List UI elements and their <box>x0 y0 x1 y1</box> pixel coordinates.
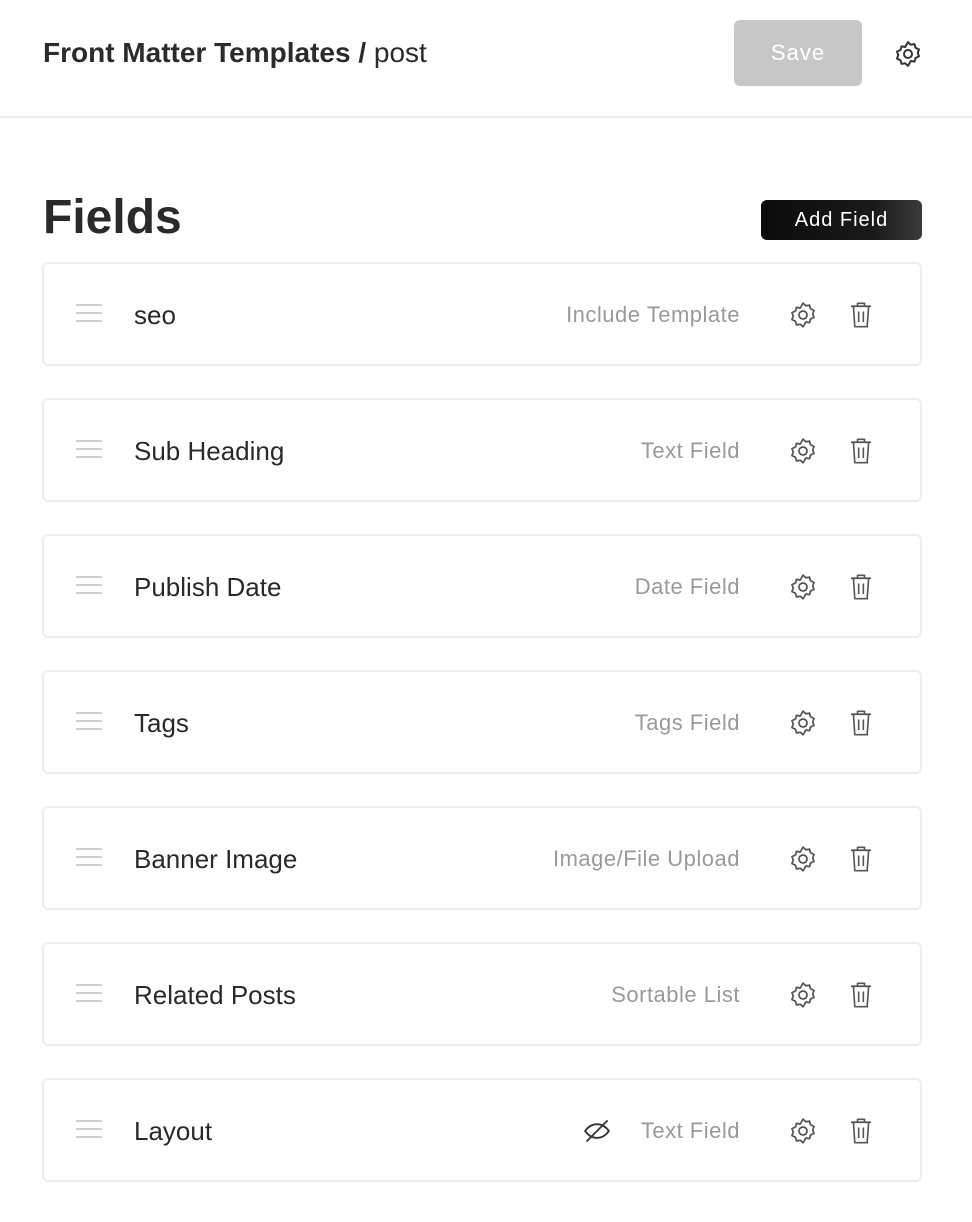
field-row-tags[interactable]: Tags Tags Field <box>42 670 922 774</box>
breadcrumb-root-link[interactable]: Front Matter Templates <box>43 37 351 68</box>
delete-field-button[interactable] <box>846 570 876 604</box>
field-type-label: Sortable List <box>611 982 740 1007</box>
field-name: seo <box>134 300 176 330</box>
field-row-publish-date[interactable]: Publish Date Date Field <box>42 534 922 638</box>
delete-field-button[interactable] <box>846 978 876 1012</box>
breadcrumb-separator: / <box>358 37 367 68</box>
field-name: Publish Date <box>134 572 282 602</box>
field-settings-button[interactable] <box>786 570 820 604</box>
template-settings-button[interactable] <box>890 36 926 72</box>
breadcrumb-current: post <box>373 37 427 68</box>
trash-icon <box>851 1118 871 1144</box>
drag-handle-icon[interactable] <box>76 576 102 596</box>
gear-icon <box>791 302 815 328</box>
field-row-seo[interactable]: seo Include Template <box>42 262 922 366</box>
field-name: Related Posts <box>134 980 296 1010</box>
delete-field-button[interactable] <box>846 298 876 332</box>
top-bar: Front Matter Templates / post Save <box>0 0 972 118</box>
field-settings-button[interactable] <box>786 298 820 332</box>
drag-handle-icon[interactable] <box>76 712 102 732</box>
gear-icon <box>791 1118 815 1144</box>
field-row-related-posts[interactable]: Related Posts Sortable List <box>42 942 922 1046</box>
field-settings-button[interactable] <box>786 842 820 876</box>
field-name: Layout <box>134 1116 213 1146</box>
field-row-layout[interactable]: Layout Text Field <box>42 1078 922 1182</box>
save-button[interactable]: Save <box>734 20 862 86</box>
field-type-label: Date Field <box>634 574 740 599</box>
delete-field-button[interactable] <box>846 706 876 740</box>
field-row-banner-image[interactable]: Banner Image Image/File Upload <box>42 806 922 910</box>
field-settings-button[interactable] <box>786 434 820 468</box>
drag-handle-icon[interactable] <box>76 304 102 324</box>
field-type-label: Text Field <box>640 438 740 463</box>
gear-icon <box>791 574 815 600</box>
drag-handle-icon[interactable] <box>76 984 102 1004</box>
eye-off-icon <box>582 1116 612 1146</box>
drag-handle-icon[interactable] <box>76 440 102 460</box>
trash-icon <box>851 302 871 328</box>
field-name: Sub Heading <box>134 436 285 466</box>
gear-icon <box>791 438 815 464</box>
trash-icon <box>851 710 871 736</box>
trash-icon <box>851 438 871 464</box>
gear-icon <box>791 846 815 872</box>
field-name: Tags <box>134 708 189 738</box>
field-settings-button[interactable] <box>786 706 820 740</box>
delete-field-button[interactable] <box>846 434 876 468</box>
breadcrumb: Front Matter Templates / post <box>43 36 427 70</box>
field-type-label: Include Template <box>566 302 740 327</box>
trash-icon <box>851 982 871 1008</box>
delete-field-button[interactable] <box>846 1114 876 1148</box>
delete-field-button[interactable] <box>846 842 876 876</box>
field-type-label: Tags Field <box>634 710 740 735</box>
drag-handle-icon[interactable] <box>76 1120 102 1140</box>
gear-icon <box>791 982 815 1008</box>
field-name: Banner Image <box>134 844 298 874</box>
add-field-button[interactable]: Add Field <box>761 200 922 240</box>
gear-icon <box>896 41 920 67</box>
field-type-label: Text Field <box>640 1118 740 1143</box>
page-title: Fields <box>43 191 182 244</box>
field-row-sub-heading[interactable]: Sub Heading Text Field <box>42 398 922 502</box>
trash-icon <box>851 574 871 600</box>
drag-handle-icon[interactable] <box>76 848 102 868</box>
field-settings-button[interactable] <box>786 1114 820 1148</box>
field-type-label: Image/File Upload <box>552 846 740 871</box>
field-settings-button[interactable] <box>786 978 820 1012</box>
trash-icon <box>851 846 871 872</box>
gear-icon <box>791 710 815 736</box>
